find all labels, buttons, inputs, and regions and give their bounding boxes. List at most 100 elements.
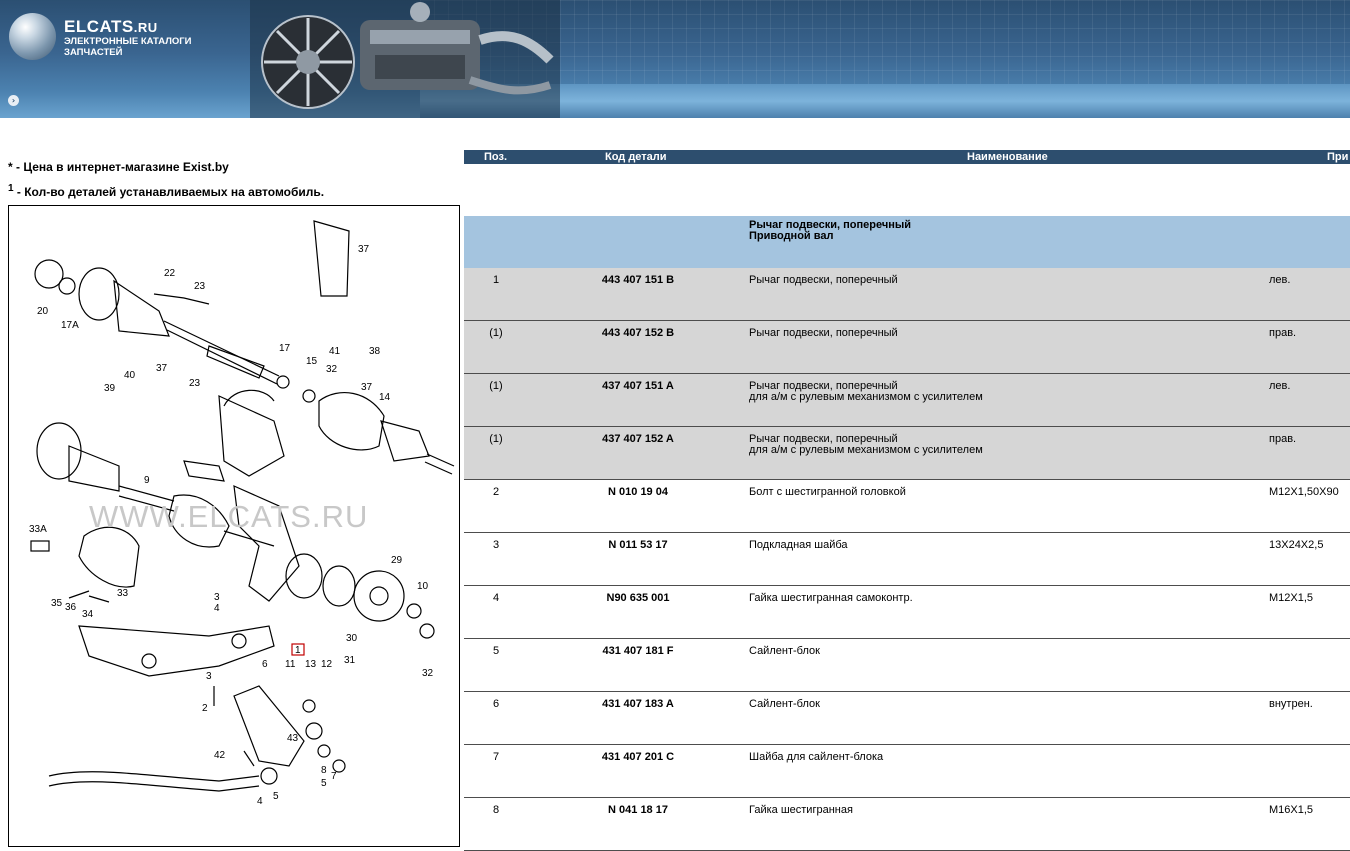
globe-logo-icon	[9, 13, 56, 60]
position-cell: (1)	[489, 380, 503, 392]
part-code-link[interactable]: N 011 53 17	[564, 540, 712, 551]
col-note[interactable]: При	[1327, 150, 1348, 164]
group-header-row: Рычаг подвески, поперечный Приводной вал	[464, 216, 1350, 268]
svg-text:35: 35	[51, 598, 63, 609]
arrow-right-circle-icon[interactable]: ›	[8, 95, 19, 106]
svg-text:11: 11	[285, 659, 296, 670]
svg-text:40: 40	[124, 370, 136, 381]
svg-text:20: 20	[37, 306, 49, 317]
part-note-cell: M12X1,5	[1269, 592, 1314, 604]
svg-text:41: 41	[329, 346, 341, 357]
part-code-link[interactable]: 437 407 151 A	[564, 381, 712, 392]
svg-text:22: 22	[164, 268, 176, 279]
svg-text:13: 13	[305, 659, 317, 670]
part-note-cell: лев.	[1269, 274, 1291, 286]
svg-text:7: 7	[331, 771, 337, 782]
part-note-cell: 13X24X2,5	[1269, 539, 1324, 551]
legend-notes: * - Цена в интернет-магазине Exist.by 1 …	[8, 160, 324, 204]
svg-text:32: 32	[422, 668, 434, 679]
col-part-code[interactable]: Код детали	[605, 150, 667, 164]
svg-text:42: 42	[214, 750, 226, 761]
svg-text:12: 12	[321, 659, 333, 670]
table-row[interactable]: 6 431 407 183 A Сайлент-блок внутрен.	[464, 692, 1350, 745]
table-row[interactable]: 2 N 010 19 04 Болт с шестигранной головкой…	[464, 480, 1350, 533]
part-name-cell: Рычаг подвески, поперечный для а/м с руле…	[749, 380, 983, 403]
part-code-link[interactable]: 443 407 152 B	[564, 328, 712, 339]
svg-text:4: 4	[214, 603, 220, 614]
part-code-link[interactable]: N 041 18 17	[564, 805, 712, 816]
table-row[interactable]: (1) 437 407 151 A Рычаг подвески, поперечн…	[464, 374, 1350, 427]
position-cell: 3	[492, 539, 500, 551]
part-name-cell: Шайба для сайлент-блока	[749, 751, 884, 763]
svg-text:39: 39	[104, 383, 116, 394]
part-note-cell: прав.	[1269, 433, 1297, 445]
part-code-link[interactable]: 437 407 152 A	[564, 434, 712, 445]
svg-text:29: 29	[391, 555, 403, 566]
part-code-link[interactable]: 431 407 181 F	[564, 646, 712, 657]
col-position[interactable]: Поз.	[484, 150, 507, 164]
site-logo-title[interactable]: ELCATS.RU	[64, 17, 158, 37]
position-cell: 1	[492, 274, 500, 286]
site-header: ELCATS.RU ЭЛЕКТРОННЫЕ КАТАЛОГИ ЗАПЧАСТЕЙ…	[0, 0, 1350, 118]
svg-text:37: 37	[361, 382, 373, 393]
svg-text:5: 5	[321, 778, 327, 789]
svg-text:30: 30	[346, 633, 358, 644]
table-row[interactable]: 3 N 011 53 17 Подкладная шайба 13X24X2,5	[464, 533, 1350, 586]
part-note-cell: внутрен.	[1269, 698, 1313, 710]
table-row[interactable]: 8 N 041 18 17 Гайка шестигранная M16X1,5	[464, 798, 1350, 851]
table-row[interactable]: 5 431 407 181 F Сайлент-блок	[464, 639, 1350, 692]
svg-text:23: 23	[194, 281, 206, 292]
col-name[interactable]: Наименование	[967, 150, 1048, 164]
position-cell: 6	[492, 698, 500, 710]
svg-text:33: 33	[117, 588, 129, 599]
part-note-cell: лев.	[1269, 380, 1291, 392]
position-cell: 8	[492, 804, 500, 816]
part-note-cell: прав.	[1269, 327, 1297, 339]
svg-text:2: 2	[202, 703, 208, 714]
svg-text:3: 3	[214, 592, 220, 603]
svg-text:31: 31	[344, 655, 356, 666]
table-row[interactable]: (1) 443 407 152 B Рычаг подвески, поперечн…	[464, 321, 1350, 374]
position-cell: 4	[492, 592, 500, 604]
svg-text:17: 17	[279, 343, 291, 354]
engine-banner-image	[250, 0, 560, 118]
part-name-cell: Гайка шестигранная самоконтр.	[749, 592, 913, 604]
svg-text:4: 4	[257, 796, 263, 807]
callout-highlight[interactable]: 1	[295, 645, 301, 656]
svg-text:33A: 33A	[29, 524, 47, 535]
price-note: * - Цена в интернет-магазине Exist.by	[8, 160, 229, 174]
part-note-cell: M16X1,5	[1269, 804, 1314, 816]
part-code-link[interactable]: N90 635 001	[564, 593, 712, 604]
table-row[interactable]: (1) 437 407 152 A Рычаг подвески, поперечн…	[464, 427, 1350, 480]
part-code-link[interactable]: 431 407 183 A	[564, 699, 712, 710]
parts-diagram: 1 37 22 23 20 17A 40 37 23 39 17 15 41 3…	[8, 205, 460, 847]
svg-text:8: 8	[321, 765, 327, 776]
svg-text:10: 10	[417, 581, 429, 592]
part-name-cell: Болт с шестигранной головкой	[749, 486, 906, 498]
part-name-cell: Подкладная шайба	[749, 539, 848, 551]
quantity-note: 1 - Кол-во деталей устанавливаемых на ав…	[8, 183, 325, 199]
part-name-cell: Рычаг подвески, поперечный	[749, 327, 898, 339]
svg-text:15: 15	[306, 356, 318, 367]
svg-text:6: 6	[262, 659, 268, 670]
position-cell: (1)	[489, 327, 503, 339]
part-code-link[interactable]: N 010 19 04	[564, 487, 712, 498]
parts-table: Поз. Код детали Наименование При Рычаг п…	[464, 150, 1350, 851]
svg-text:14: 14	[379, 392, 391, 403]
table-row[interactable]: 4 N90 635 001 Гайка шестигранная самоконтр…	[464, 586, 1350, 639]
svg-text:5: 5	[273, 791, 279, 802]
part-name-cell: Сайлент-блок	[749, 698, 820, 710]
part-code-link[interactable]: 431 407 201 C	[564, 752, 712, 763]
table-spacer-row	[464, 164, 1350, 216]
svg-text:23: 23	[189, 378, 201, 389]
svg-text:37: 37	[358, 244, 370, 255]
part-name-cell: Рычаг подвески, поперечный	[749, 274, 898, 286]
svg-text:3: 3	[206, 671, 212, 682]
table-row[interactable]: 7 431 407 201 C Шайба для сайлент-блока	[464, 745, 1350, 798]
part-note-cell: M12X1,50X90	[1269, 486, 1339, 498]
part-name-cell: Гайка шестигранная	[749, 804, 853, 816]
part-name-cell: Рычаг подвески, поперечный для а/м с руле…	[749, 433, 983, 456]
part-code-link[interactable]: 443 407 151 B	[564, 275, 712, 286]
position-cell: 2	[492, 486, 500, 498]
table-row[interactable]: 1 443 407 151 B Рычаг подвески, поперечный…	[464, 268, 1350, 321]
